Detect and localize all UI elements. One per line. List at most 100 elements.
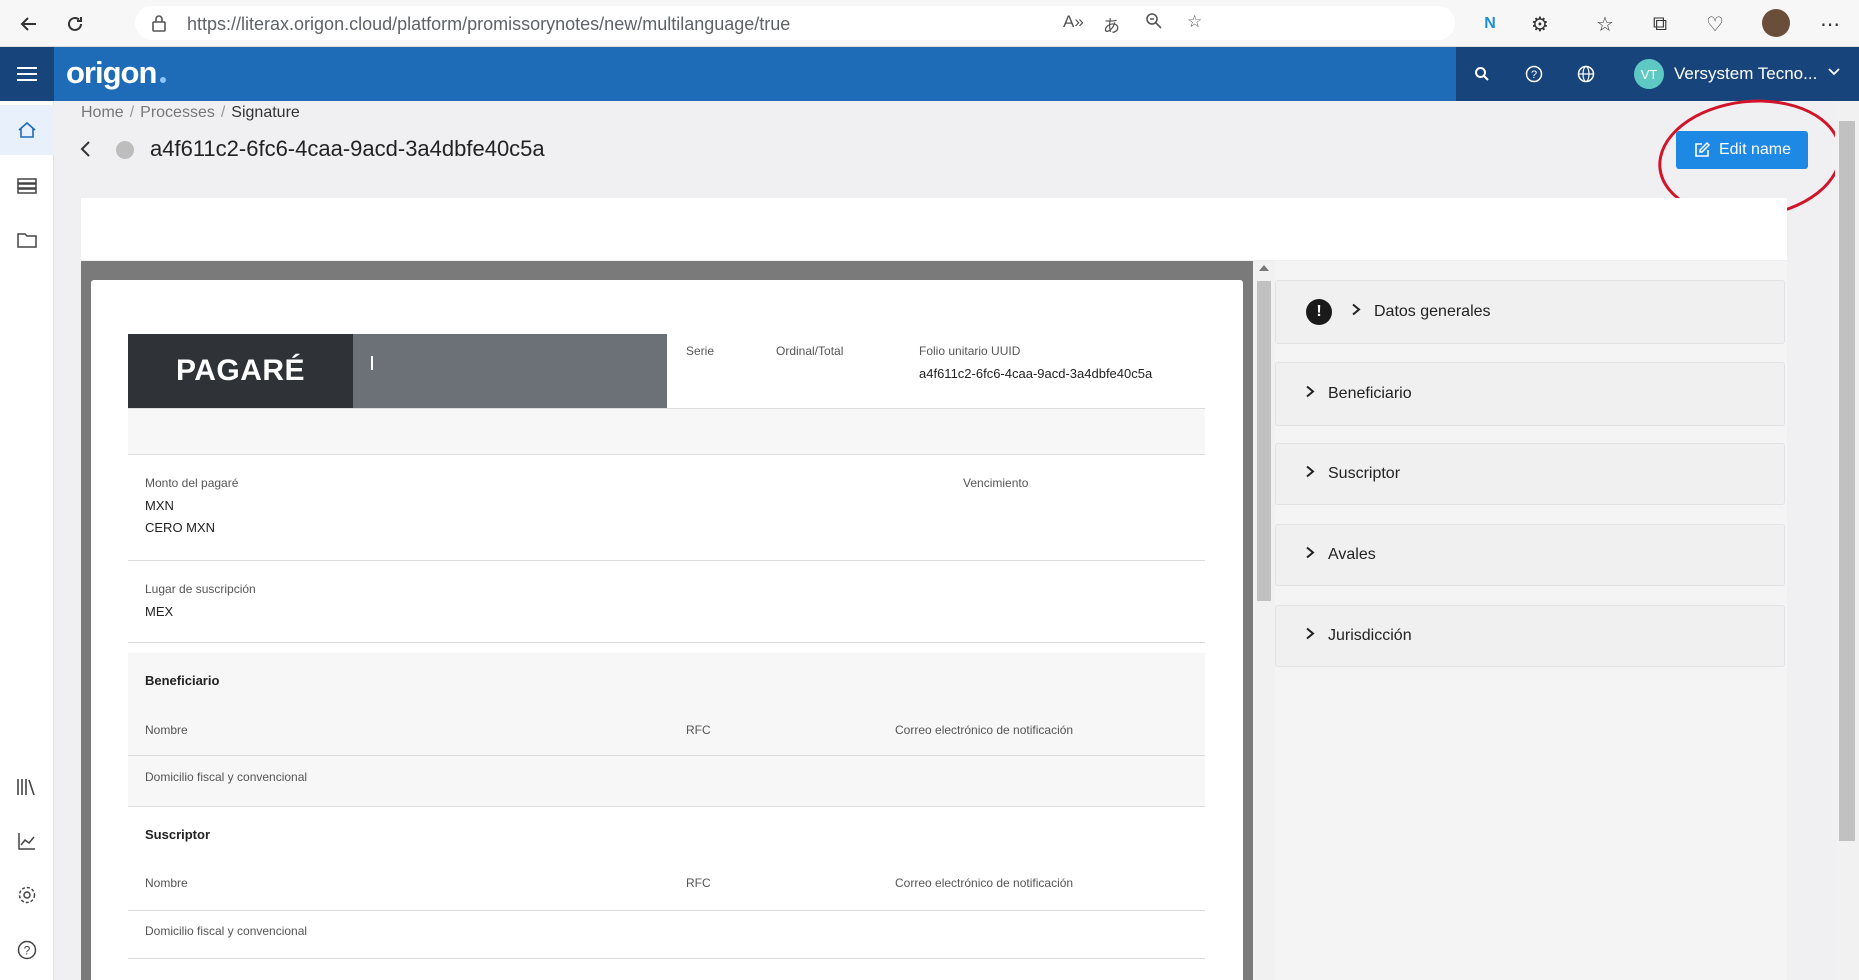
pagare-heading: PAGARÉ xyxy=(128,334,353,408)
accordion-label: Jurisdicción xyxy=(1328,627,1412,644)
breadcrumb-current: Signature xyxy=(231,104,300,121)
serie-label: Serie xyxy=(686,344,715,358)
suscriptor-domicilio-label: Domicilio fiscal y convencional xyxy=(145,924,308,938)
breadcrumb-home[interactable]: Home xyxy=(81,104,124,121)
divider xyxy=(128,755,1205,756)
sections-panel: ! Datos generales Beneficiario Suscripto… xyxy=(1275,261,1787,980)
list-icon[interactable] xyxy=(0,161,54,211)
accordion-jurisdiccion[interactable]: Jurisdicción xyxy=(1275,605,1785,667)
address-bar[interactable]: https://literax.origon.cloud/platform/pr… xyxy=(135,6,1455,40)
refresh-icon[interactable] xyxy=(60,9,90,39)
suscriptor-correo-label: Correo electrónico de notificación xyxy=(895,876,1074,890)
svg-text:?: ? xyxy=(24,944,31,958)
url-text: https://literax.origon.cloud/platform/pr… xyxy=(187,14,791,34)
svg-text:?: ? xyxy=(1531,69,1537,81)
globe-icon[interactable] xyxy=(1574,62,1598,86)
suscriptor-title: Suscriptor xyxy=(145,827,211,842)
extensions-icon[interactable]: ⚙ xyxy=(1525,9,1555,39)
settings-gear-icon[interactable] xyxy=(0,870,54,920)
breadcrumb-separator: / xyxy=(220,104,226,121)
divider xyxy=(128,806,1205,807)
divider xyxy=(128,958,1205,959)
header-actions: ? VT Versystem Tecno... xyxy=(1456,47,1859,101)
user-name[interactable]: Versystem Tecno... xyxy=(1674,64,1817,84)
monto-words: CERO MXN xyxy=(145,520,216,535)
chevron-down-icon[interactable] xyxy=(1826,63,1842,84)
library-icon[interactable] xyxy=(0,762,54,812)
page-scrollbar-thumb[interactable] xyxy=(1839,121,1855,841)
alert-icon: ! xyxy=(1306,299,1332,325)
menu-icon[interactable] xyxy=(0,47,54,101)
more-menu-icon[interactable]: ⋯ xyxy=(1815,9,1845,39)
help-icon[interactable]: ? xyxy=(1522,62,1546,86)
document-page: PAGARÉ Serie Ordinal/Total Folio unitari… xyxy=(91,280,1243,980)
home-icon[interactable] xyxy=(0,105,54,155)
favorite-star-icon[interactable]: ☆ xyxy=(1187,12,1202,32)
search-icon[interactable] xyxy=(1470,62,1494,86)
accordion-datos-generales[interactable]: ! Datos generales xyxy=(1275,280,1785,344)
divider xyxy=(128,910,1205,911)
pagare-input-box xyxy=(353,334,667,408)
viewer-scrollbar[interactable] xyxy=(1253,261,1275,980)
back-chevron-icon[interactable] xyxy=(76,137,96,161)
ordinal-label: Ordinal/Total xyxy=(776,344,844,358)
suscriptor-nombre-label: Nombre xyxy=(145,876,188,890)
folio-value: a4f611c2-6fc6-4caa-9acd-3a4dbfe40c5a xyxy=(919,366,1153,381)
browser-profile-avatar[interactable] xyxy=(1762,9,1790,37)
accordion-beneficiario[interactable]: Beneficiario xyxy=(1275,362,1785,426)
viewer-scrollbar-thumb[interactable] xyxy=(1257,281,1271,601)
sidebar: ? xyxy=(0,101,54,980)
health-icon[interactable]: ♡ xyxy=(1700,9,1730,39)
chevron-right-icon xyxy=(1304,546,1316,565)
page-scrollbar[interactable] xyxy=(1835,101,1859,980)
avatar[interactable]: VT xyxy=(1634,59,1664,89)
monto-currency: MXN xyxy=(145,498,174,513)
chart-icon[interactable] xyxy=(0,816,54,866)
logo: origon xyxy=(66,55,157,90)
blank-row xyxy=(128,409,1205,454)
help-circle-icon[interactable]: ? xyxy=(0,925,54,975)
logo-dot xyxy=(160,77,166,83)
folio-label: Folio unitario UUID xyxy=(919,344,1021,358)
extension-n-icon[interactable]: N xyxy=(1475,9,1505,39)
chevron-right-icon xyxy=(1350,303,1362,322)
monto-label: Monto del pagaré xyxy=(145,476,239,490)
translate-icon[interactable]: あ xyxy=(1103,12,1120,37)
read-aloud-icon[interactable]: A» xyxy=(1063,12,1084,32)
lugar-label: Lugar de suscripción xyxy=(145,582,256,596)
scroll-up-arrow-icon[interactable] xyxy=(1259,265,1269,271)
lugar-value: MEX xyxy=(145,604,174,619)
lock-icon xyxy=(152,15,166,32)
favorites-icon[interactable]: ☆ xyxy=(1590,9,1620,39)
divider xyxy=(128,560,1205,561)
accordion-label: Datos generales xyxy=(1374,303,1491,320)
chevron-right-icon xyxy=(1304,627,1316,646)
chevron-right-icon xyxy=(1304,385,1316,404)
status-indicator xyxy=(116,141,134,159)
divider xyxy=(128,454,1205,455)
accordion-avales[interactable]: Avales xyxy=(1275,524,1785,586)
app-header: origon ? VT Versystem Tecno... xyxy=(0,47,1859,101)
zoom-icon[interactable] xyxy=(1145,12,1163,35)
folder-icon[interactable] xyxy=(0,215,54,265)
beneficiario-title: Beneficiario xyxy=(145,673,220,688)
header-card xyxy=(81,198,1787,260)
beneficiario-rfc-label: RFC xyxy=(686,723,711,737)
accordion-label: Avales xyxy=(1328,546,1376,563)
document-viewer[interactable]: PAGARÉ Serie Ordinal/Total Folio unitari… xyxy=(81,261,1253,980)
suscriptor-rfc-label: RFC xyxy=(686,876,711,890)
chevron-right-icon xyxy=(1304,465,1316,484)
accordion-suscriptor[interactable]: Suscriptor xyxy=(1275,443,1785,505)
accordion-label: Beneficiario xyxy=(1328,385,1412,402)
breadcrumb: Home / Processes / Signature xyxy=(81,104,300,122)
browser-toolbar: https://literax.origon.cloud/platform/pr… xyxy=(0,0,1859,47)
breadcrumb-processes[interactable]: Processes xyxy=(140,104,215,121)
accordion-label: Suscriptor xyxy=(1328,465,1401,482)
divider xyxy=(128,642,1205,643)
beneficiario-nombre-label: Nombre xyxy=(145,723,188,737)
collections-icon[interactable]: ⧉ xyxy=(1645,9,1675,39)
page-title: a4f611c2-6fc6-4caa-9acd-3a4dbfe40c5a xyxy=(150,136,545,161)
vencimiento-label: Vencimiento xyxy=(963,476,1029,490)
back-arrow-icon[interactable] xyxy=(14,9,44,39)
beneficiario-domicilio-label: Domicilio fiscal y convencional xyxy=(145,770,308,784)
